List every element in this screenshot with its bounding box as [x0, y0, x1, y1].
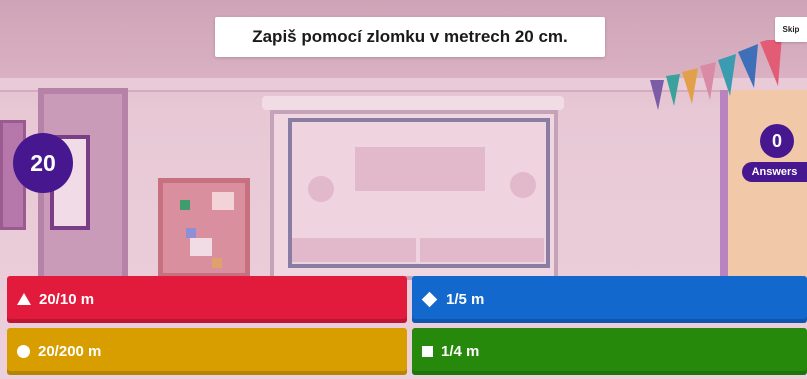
skip-button[interactable]: Skip	[775, 17, 807, 42]
question-text: Zapiš pomocí zlomku v metrech 20 cm.	[252, 27, 568, 46]
bunting-flag	[760, 40, 782, 86]
background-bunting	[650, 40, 782, 110]
square-icon	[422, 346, 433, 357]
background-screen-button	[292, 238, 416, 262]
triangle-icon	[17, 292, 31, 305]
answer-button-circle[interactable]: 20/200 m	[7, 328, 407, 375]
answers-label: Answers	[742, 162, 807, 182]
answer-button-diamond[interactable]: 1/5 m	[412, 276, 807, 323]
background-note	[212, 192, 234, 210]
answer-label: 20/10 m	[39, 291, 95, 308]
background-window	[720, 90, 807, 290]
diamond-icon	[421, 291, 438, 308]
background-screen-roll	[262, 96, 564, 110]
background-note	[190, 238, 212, 256]
background-screen-circle	[510, 172, 536, 198]
answer-label: 20/200 m	[38, 343, 102, 360]
background-screen-button	[420, 238, 544, 262]
timer-countdown: 20	[13, 133, 73, 193]
answer-button-triangle[interactable]: 20/10 m	[7, 276, 407, 323]
answer-button-square[interactable]: 1/4 m	[412, 328, 807, 375]
background-pinboard	[158, 178, 250, 278]
background-note	[212, 258, 222, 268]
circle-icon	[17, 345, 30, 358]
bunting-flag	[718, 54, 736, 96]
bunting-flag	[666, 74, 680, 106]
background-screen-circle	[308, 176, 334, 202]
bunting-flag	[650, 80, 664, 110]
answers-count: 0	[760, 124, 794, 158]
answer-label: 1/4 m	[441, 343, 480, 360]
background-note	[186, 228, 196, 238]
background-screen-rect	[355, 147, 485, 191]
bunting-flag	[700, 62, 716, 100]
question-box: Zapiš pomocí zlomku v metrech 20 cm.	[215, 17, 605, 57]
answer-label: 1/5 m	[446, 291, 485, 308]
background-note	[180, 200, 190, 210]
bunting-flag	[738, 44, 758, 88]
bunting-flag	[682, 68, 698, 104]
